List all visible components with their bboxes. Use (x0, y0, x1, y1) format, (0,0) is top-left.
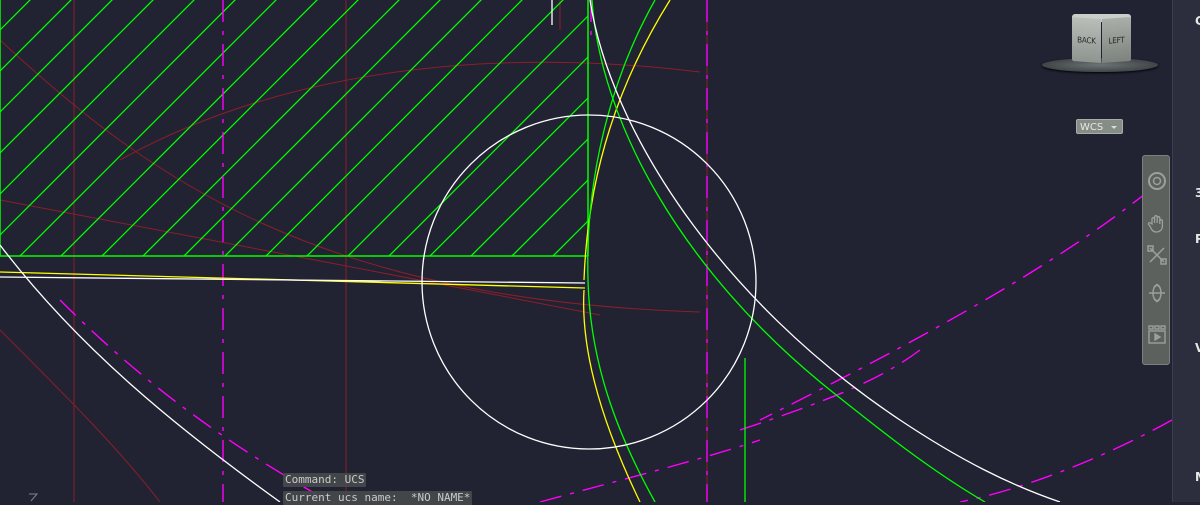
zoom-extents-icon[interactable] (1146, 244, 1168, 266)
palette-tab-p[interactable]: P (1195, 232, 1200, 246)
palette-tab-v[interactable]: V (1195, 341, 1200, 355)
drawing-canvas[interactable] (0, 0, 1200, 502)
command-history-line: Current ucs name: *NO NAME* (283, 491, 473, 505)
viewcube-left-face[interactable]: LEFT (1102, 16, 1131, 64)
chevron-down-icon (1111, 126, 1117, 129)
command-history-line: Command: UCS (283, 473, 367, 487)
wcs-menu-button[interactable]: WCS (1076, 119, 1123, 134)
hatch-boundary (0, 0, 589, 257)
palette-tab-3[interactable]: 3 (1195, 186, 1200, 200)
viewcube[interactable]: BACK LEFT (1042, 14, 1160, 76)
centerlines (59, 0, 1173, 502)
steering-wheel-icon[interactable] (1146, 170, 1168, 192)
showmotion-icon[interactable] (1146, 324, 1168, 346)
wcs-label: WCS (1080, 122, 1104, 133)
palette-tab-m[interactable]: M (1195, 470, 1200, 484)
green-geometry (587, 0, 986, 502)
navigation-bar (1142, 155, 1170, 365)
palette-tab-g[interactable]: G (1195, 14, 1200, 28)
ucs-icon (29, 493, 39, 502)
side-palette-strip: G 3 P V M (1172, 0, 1200, 502)
hatch-pattern (0, 0, 588, 256)
orbit-icon[interactable] (1146, 282, 1168, 304)
viewcube-back-face[interactable]: BACK (1072, 16, 1101, 64)
pan-hand-icon[interactable] (1146, 212, 1168, 234)
